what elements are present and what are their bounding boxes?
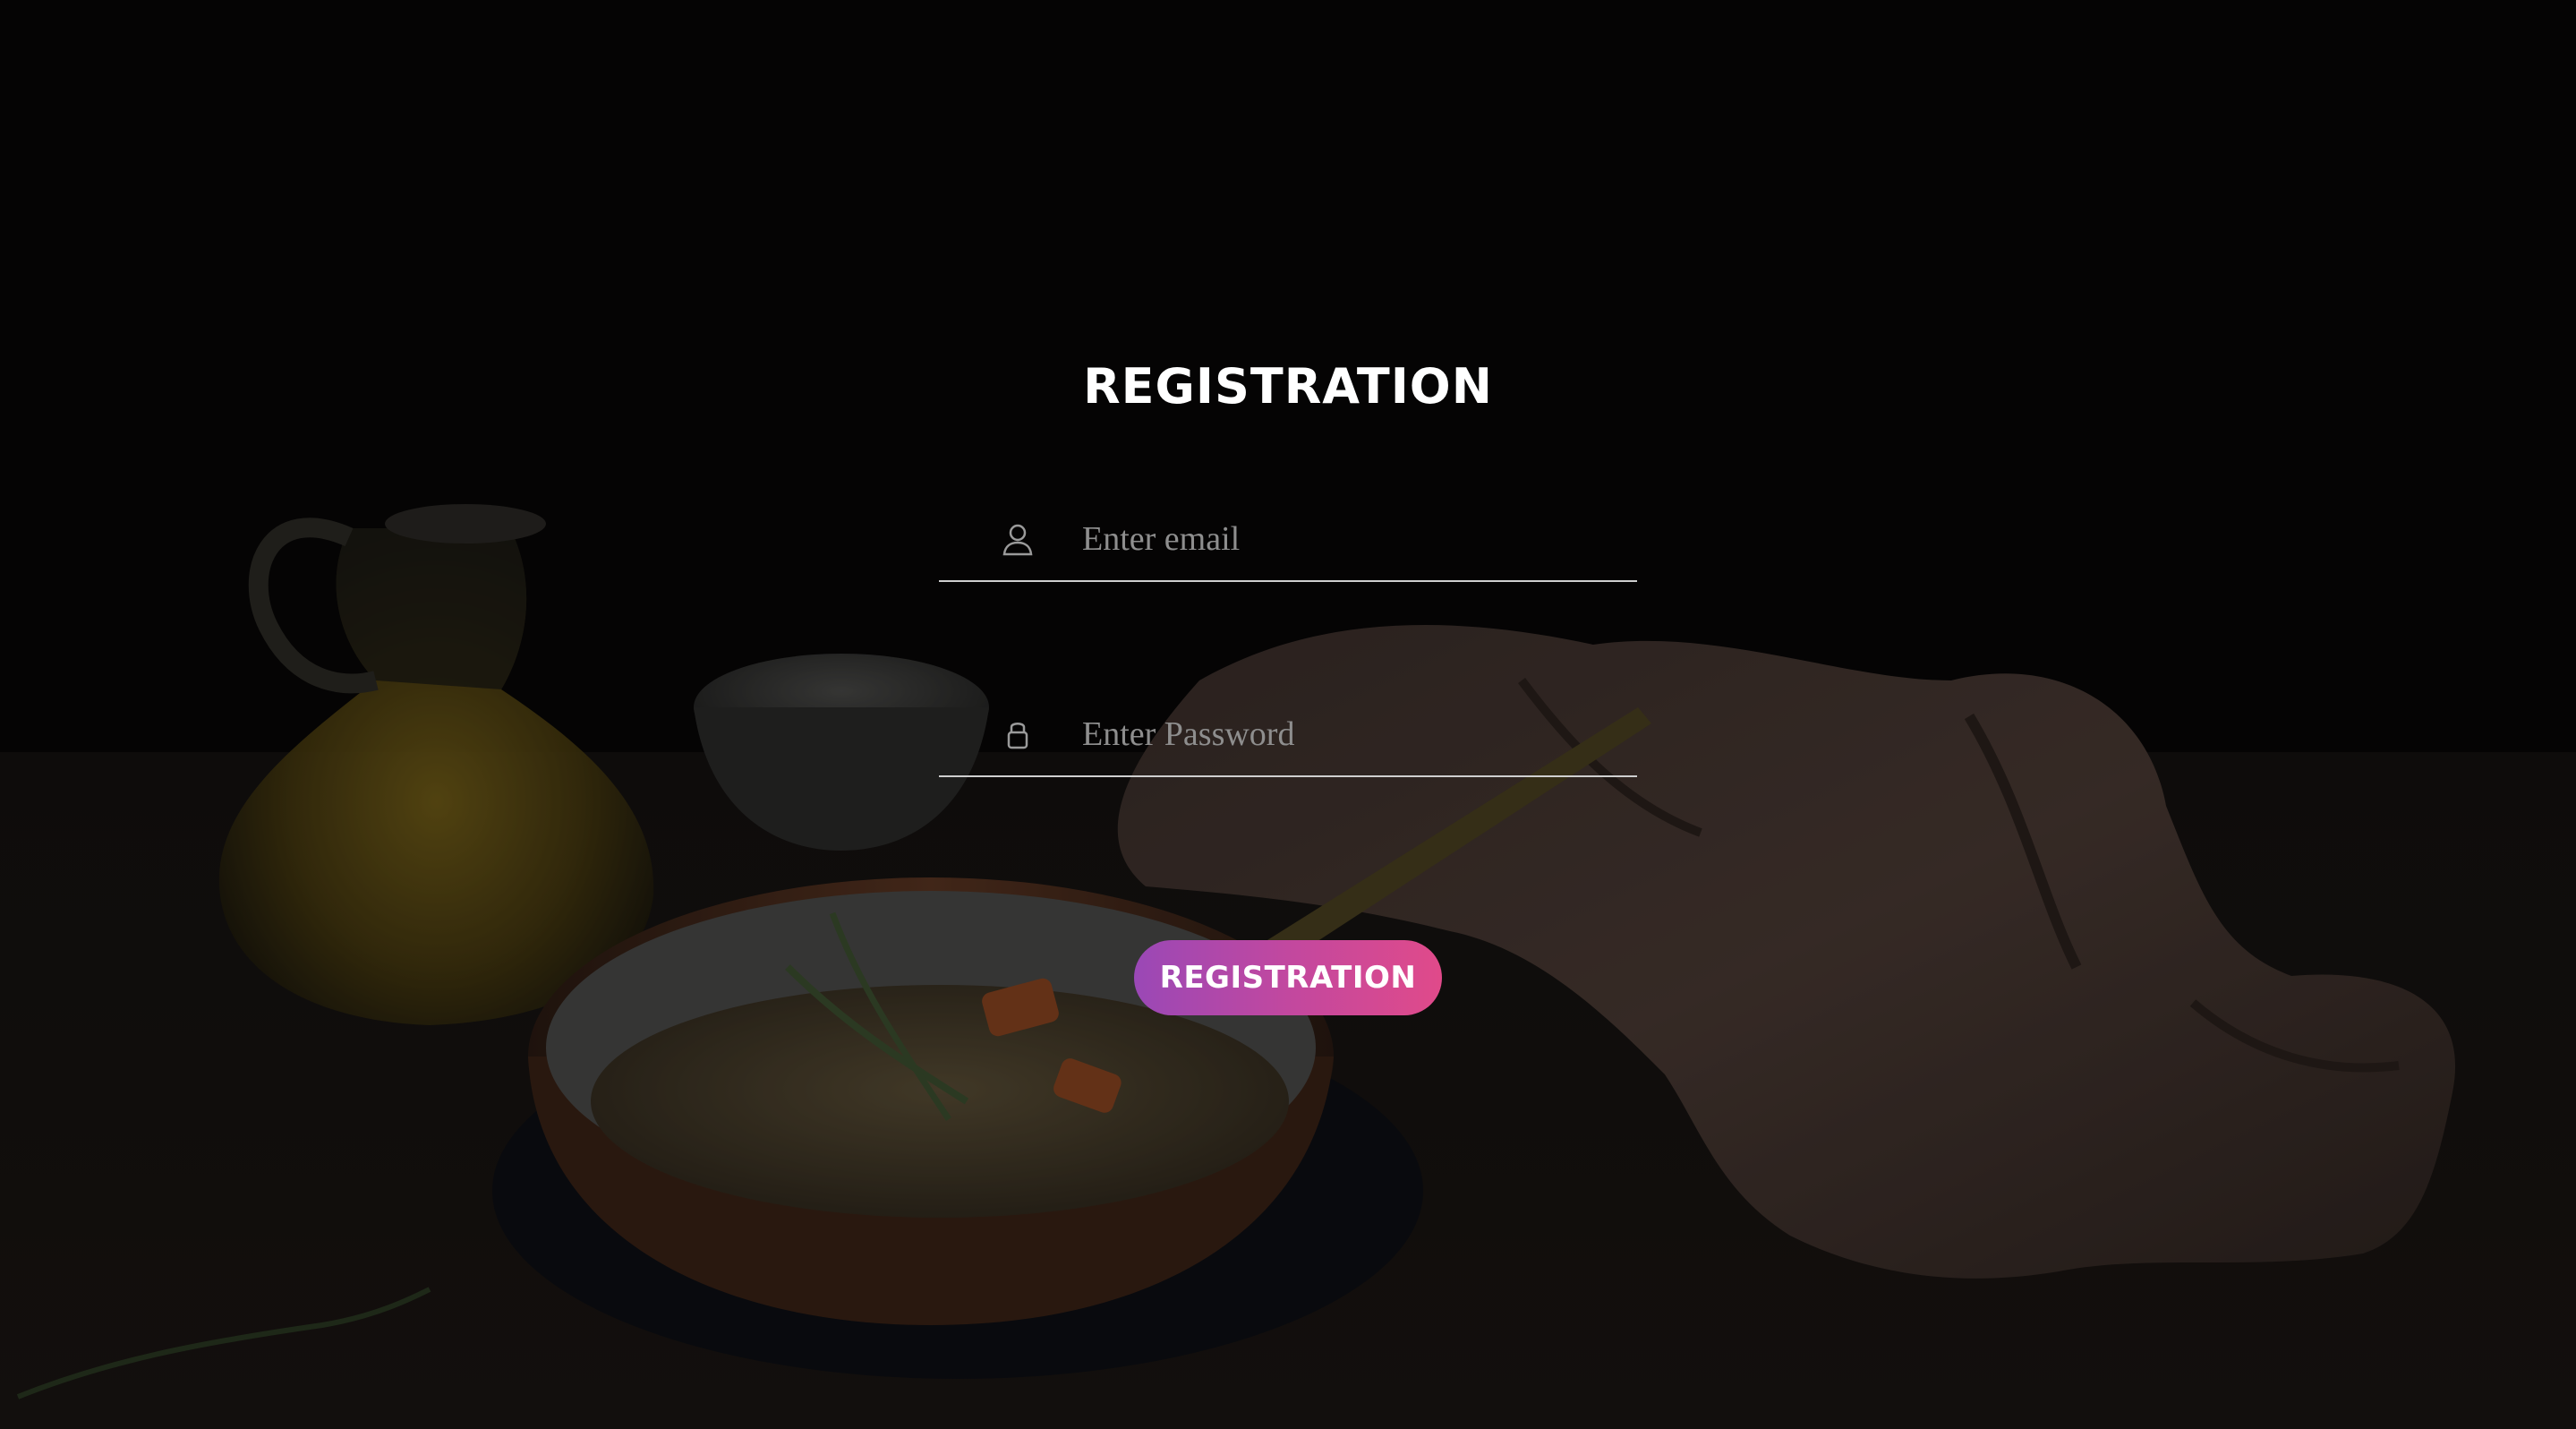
page-title: REGISTRATION (1083, 358, 1493, 415)
password-field-group (939, 670, 1637, 777)
password-input[interactable] (1082, 707, 1601, 761)
registration-button[interactable]: REGISTRATION (1134, 940, 1442, 1015)
lock-icon (1000, 716, 1036, 752)
email-field-group (939, 475, 1637, 582)
page-background: REGISTRATION REGISTRATION (0, 0, 2576, 1429)
user-icon (1000, 521, 1036, 557)
email-input[interactable] (1082, 512, 1601, 566)
